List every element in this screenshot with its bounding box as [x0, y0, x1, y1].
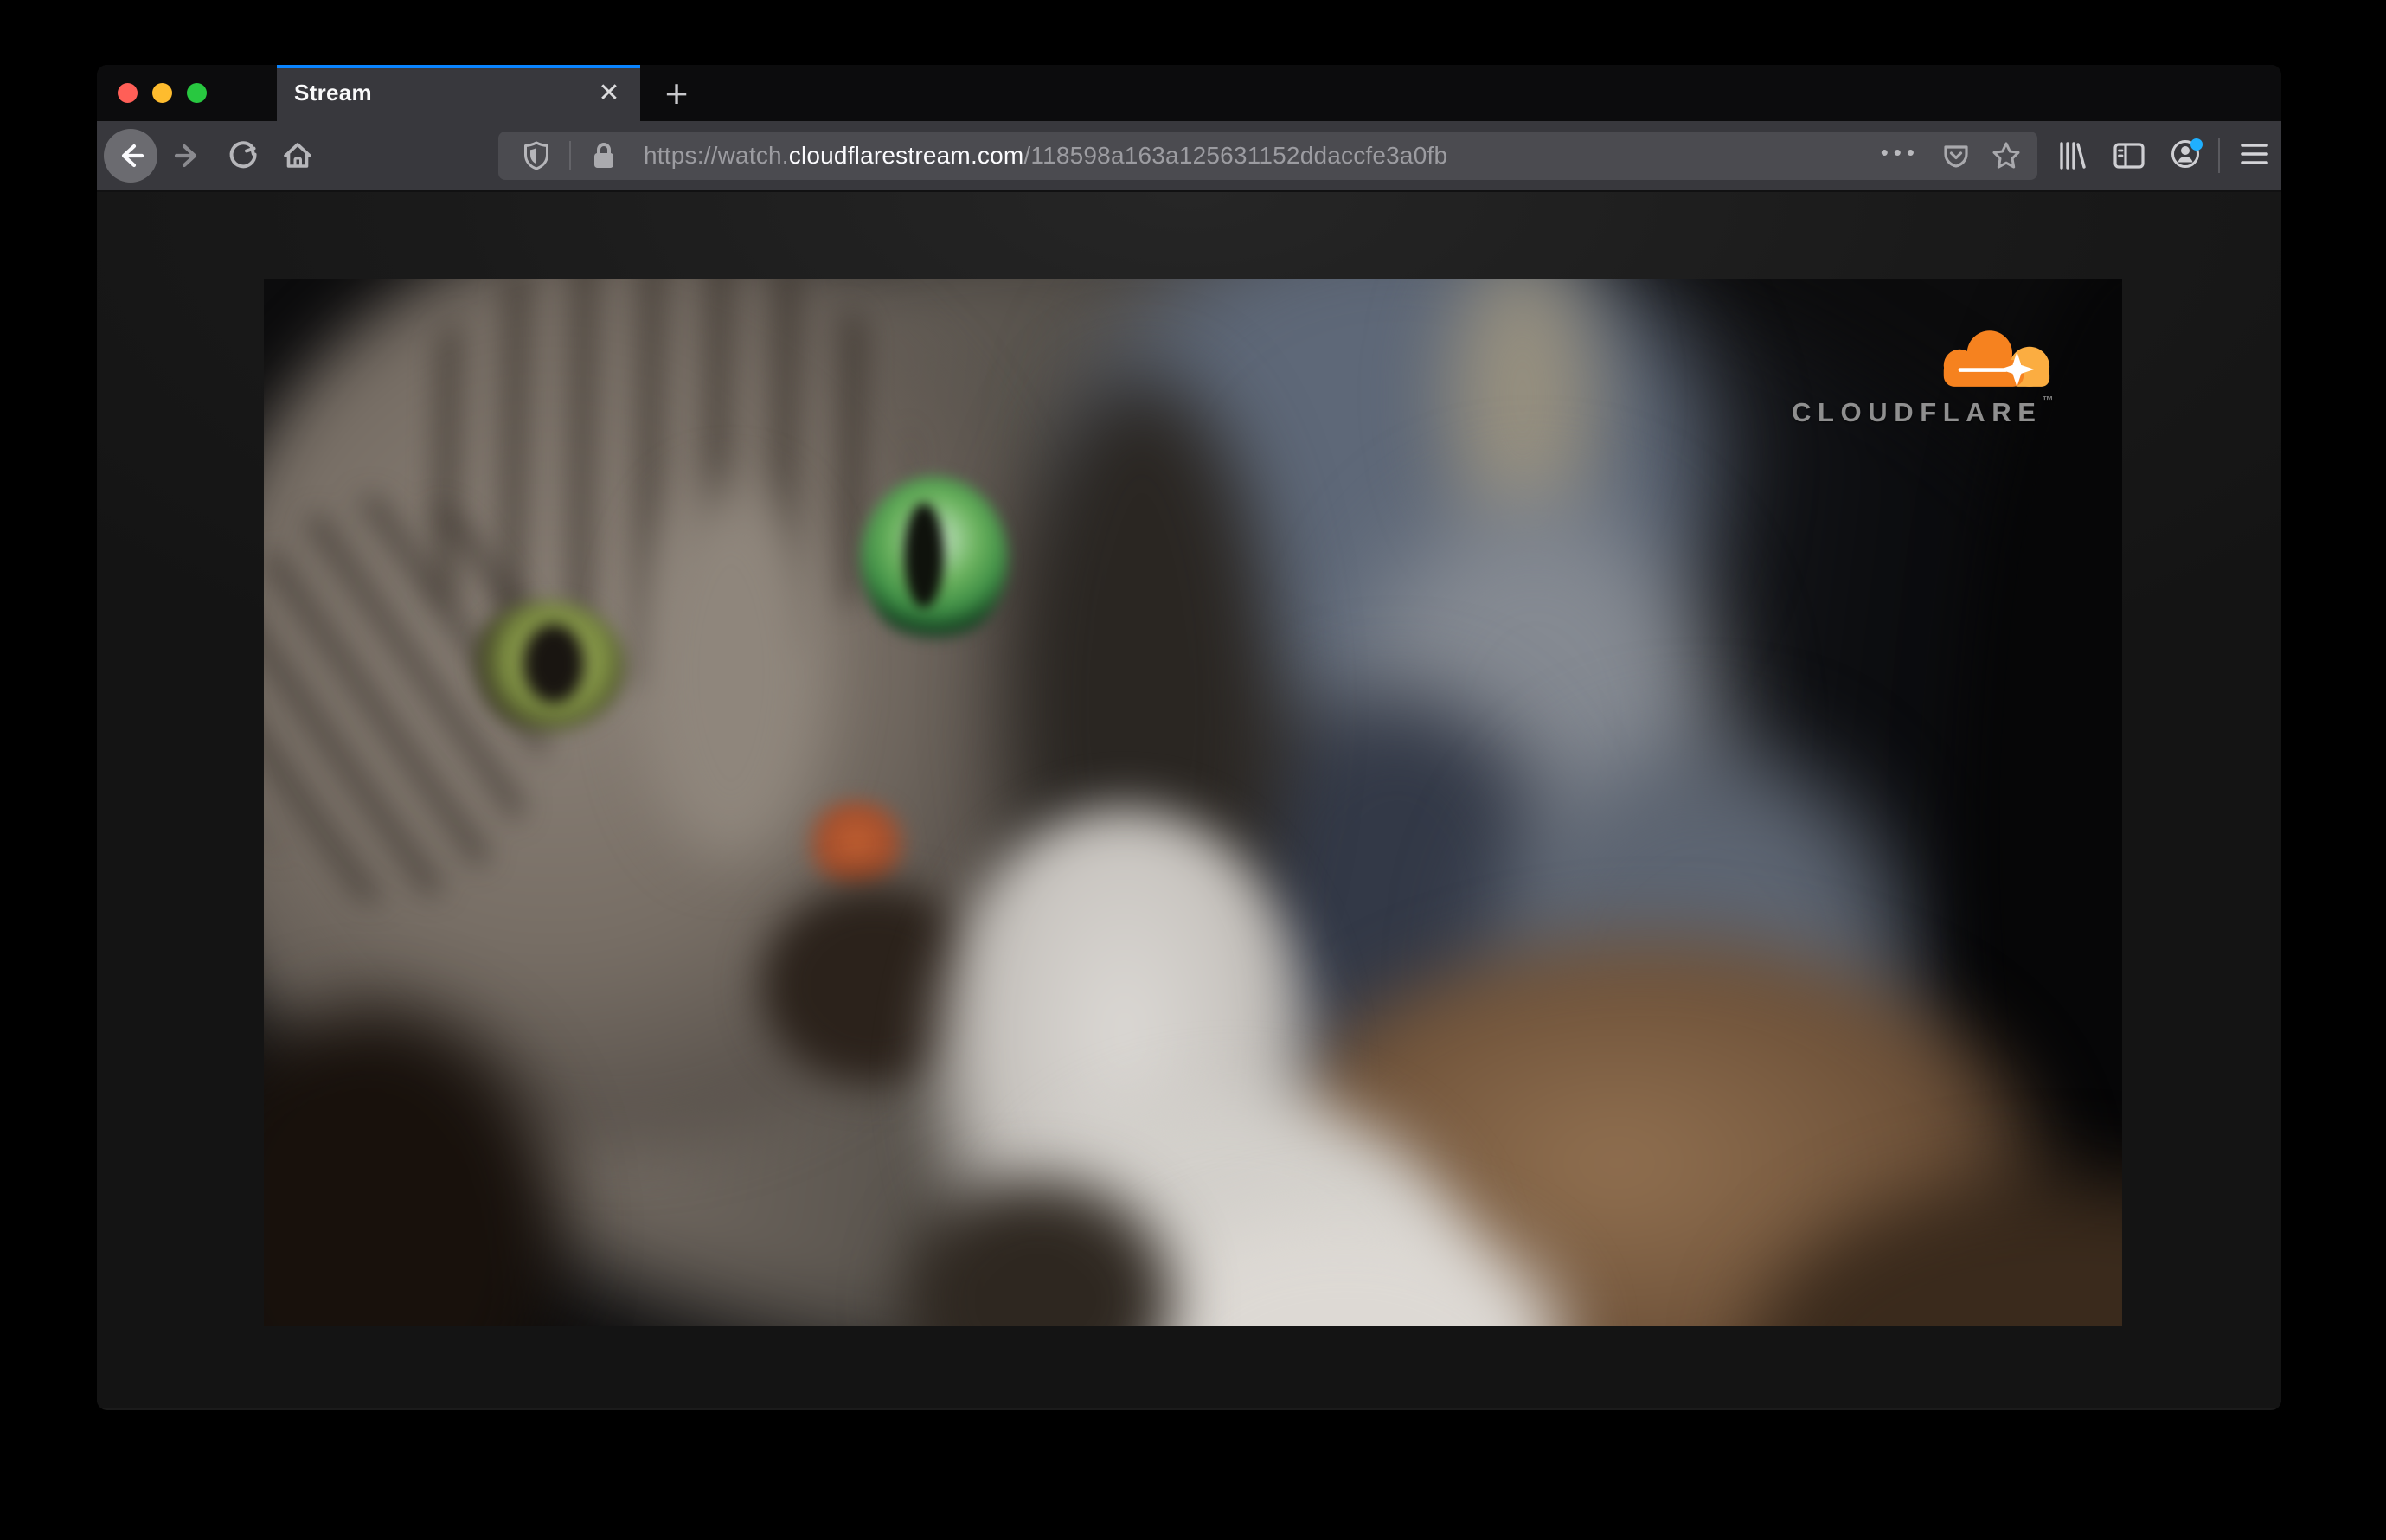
- tab-title: Stream: [294, 80, 372, 106]
- account-button[interactable]: [2166, 137, 2204, 175]
- back-arrow-icon: [115, 140, 146, 171]
- address-bar-separator: [569, 141, 571, 170]
- reload-icon: [228, 140, 259, 171]
- new-tab-button[interactable]: +: [644, 65, 709, 121]
- home-button[interactable]: [279, 137, 317, 175]
- active-tab-indicator: [277, 65, 640, 68]
- url-scheme-subdomain: https://watch.: [644, 142, 789, 169]
- hamburger-menu-icon: [2240, 142, 2269, 170]
- toolbar-separator: [2218, 138, 2220, 173]
- reload-button[interactable]: [224, 137, 262, 175]
- browser-window: Stream ✕ + https://watch.cloudflarestrea…: [97, 65, 2281, 1410]
- account-notification-dot: [2190, 138, 2203, 151]
- toolbar-right-cluster: [2037, 137, 2274, 175]
- url-domain: cloudflarestream.com: [788, 142, 1024, 169]
- pocket-save-icon[interactable]: [1937, 137, 1975, 175]
- library-icon[interactable]: [2053, 137, 2091, 175]
- menu-button[interactable]: [2235, 137, 2274, 175]
- close-window-button[interactable]: [118, 83, 138, 103]
- tab-close-icon[interactable]: ✕: [590, 74, 628, 112]
- cloudflare-logo-text: CLOUDFLARE™: [1792, 394, 2054, 427]
- https-lock-icon[interactable]: [585, 137, 623, 175]
- url-path: /118598a163a125631152ddaccfe3a0fb: [1023, 142, 1448, 169]
- sidebar-icon[interactable]: [2110, 137, 2148, 175]
- page-actions-dots-icon[interactable]: •••: [1881, 139, 1925, 173]
- cloudflare-cloud-icon: [1943, 330, 2050, 387]
- tab-bar: Stream ✕ +: [97, 65, 2281, 121]
- home-icon: [281, 139, 314, 172]
- address-bar[interactable]: https://watch.cloudflarestream.com/11859…: [498, 132, 2037, 180]
- tracking-protection-shield-icon[interactable]: [517, 137, 555, 175]
- zoom-window-button[interactable]: [187, 83, 207, 103]
- tab-stream[interactable]: Stream ✕: [277, 65, 640, 121]
- navigation-toolbar: https://watch.cloudflarestream.com/11859…: [97, 121, 2281, 192]
- back-button[interactable]: [104, 129, 157, 183]
- forward-arrow-icon: [172, 140, 203, 171]
- cloudflare-watermark: CLOUDFLARE™: [1788, 323, 2079, 428]
- bookmark-star-icon[interactable]: [1987, 137, 2025, 175]
- minimize-window-button[interactable]: [152, 83, 172, 103]
- video-vignette: [264, 279, 2122, 1326]
- forward-button[interactable]: [169, 137, 207, 175]
- video-player[interactable]: CLOUDFLARE™: [264, 279, 2122, 1326]
- trademark-symbol: ™: [2042, 394, 2054, 407]
- url-text[interactable]: https://watch.cloudflarestream.com/11859…: [644, 142, 1881, 170]
- window-controls: [118, 65, 207, 121]
- page-content: CLOUDFLARE™: [97, 192, 2281, 1408]
- page-actions: •••: [1881, 137, 2025, 175]
